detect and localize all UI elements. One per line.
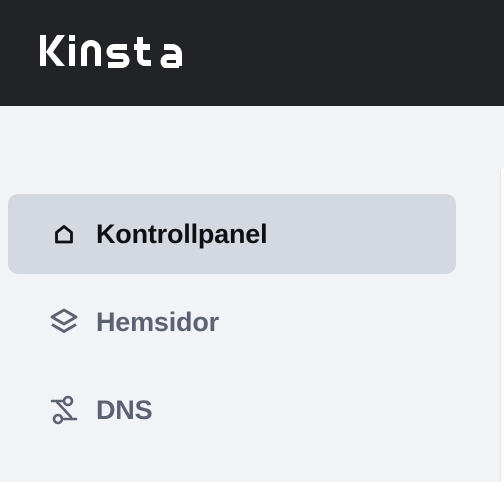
main-panel-edge [500, 168, 504, 482]
top-bar [0, 0, 504, 106]
sidebar-item-label: Hemsidor [96, 306, 219, 337]
sidebar-item-label: Kontrollpanel [96, 218, 268, 249]
sidebar-item-label: DNS [96, 394, 153, 425]
sidebar-item-kontrollpanel[interactable]: Kontrollpanel [8, 194, 456, 274]
routing-icon [48, 394, 80, 426]
home-icon [48, 218, 80, 250]
sidebar-item-hemsidor[interactable]: Hemsidor [8, 282, 456, 362]
kinsta-logo-mark [40, 35, 182, 68]
kinsta-logo[interactable] [40, 34, 210, 68]
sidebar-item-dns[interactable]: DNS [8, 370, 456, 450]
layers-icon [48, 306, 80, 338]
